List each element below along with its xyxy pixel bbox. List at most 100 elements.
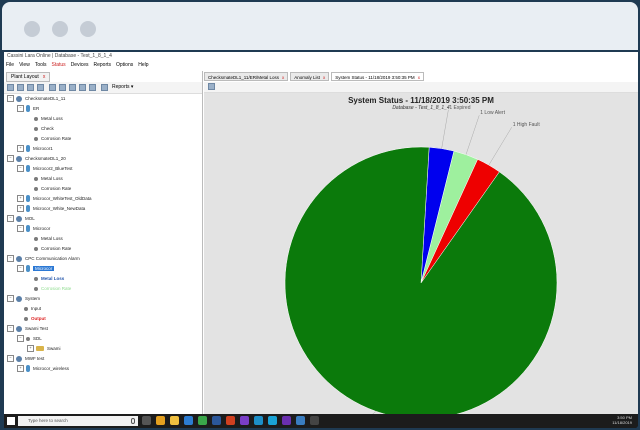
device-icon (16, 295, 22, 302)
tree-node[interactable]: Corrosion Rate (27, 245, 71, 253)
tree-node[interactable]: − Swami Test (7, 325, 48, 333)
collapse-icon[interactable]: − (7, 325, 14, 333)
trend-icon[interactable] (59, 84, 66, 91)
collapse-icon[interactable]: − (17, 335, 24, 343)
tree-node[interactable]: − Microcor2_BlueTest (17, 165, 73, 173)
pie-leader-line (441, 109, 449, 149)
tree-node[interactable]: + Swami (27, 345, 61, 353)
tree-node[interactable]: Metal Loss (27, 235, 63, 243)
tree-node-label: System (25, 296, 41, 301)
tree-node[interactable]: Metal Loss (27, 115, 63, 123)
tree-node[interactable]: Metal Loss (27, 175, 63, 183)
chart-icon[interactable] (49, 84, 56, 91)
task-view-icon[interactable] (142, 416, 151, 425)
file-explorer-icon[interactable] (170, 416, 179, 425)
menu-help[interactable]: Help (138, 61, 148, 70)
windows-start-icon[interactable] (7, 417, 15, 425)
expand-icon[interactable]: + (17, 145, 24, 153)
report-icon[interactable] (89, 84, 96, 91)
tree-node[interactable]: + Microcor_WhiteTest_OldData (17, 195, 92, 203)
tree-node[interactable]: Corrosion Rate (27, 185, 71, 193)
tree-node[interactable]: − ChecksmateDL1_11 (7, 95, 65, 103)
app-icon-1[interactable] (268, 416, 277, 425)
window-dot-2[interactable] (52, 21, 68, 37)
tree-node[interactable]: Metal Loss (27, 275, 64, 283)
expand-icon[interactable]: + (17, 205, 24, 213)
expand-icon[interactable]: + (27, 345, 34, 353)
tree-node-label: Swami (47, 346, 61, 351)
tree-node[interactable]: Corrosion Rate (27, 135, 71, 143)
tree-node[interactable]: Input (17, 305, 41, 313)
microphone-icon[interactable] (131, 418, 135, 424)
tree-node[interactable]: Output (17, 315, 46, 323)
collapse-icon[interactable]: − (7, 95, 14, 103)
tree-node-label: Metal Loss (41, 276, 65, 281)
powerpoint-icon[interactable] (226, 416, 235, 425)
taskbar-date: 11/18/2019 (612, 420, 632, 425)
tree-node[interactable]: − SDL (17, 335, 42, 343)
plant-layout-tab[interactable]: Plant Layout x (6, 72, 51, 82)
app-icon-3[interactable] (310, 416, 319, 425)
collapse-icon[interactable]: − (7, 215, 14, 223)
device-icon[interactable] (37, 84, 44, 91)
window-dot-3[interactable] (80, 21, 96, 37)
expand-icon[interactable]: + (17, 365, 24, 373)
tab-1[interactable]: ChecksmateDL1_11/ER/Metal Loss x (204, 72, 289, 81)
tree-node[interactable]: Check (27, 125, 54, 133)
bar-chart-icon[interactable] (79, 84, 86, 91)
close-icon[interactable]: x (282, 75, 284, 80)
tree-node[interactable]: + Microcor1 (17, 145, 53, 153)
tree-node[interactable]: Corrosion Rate (27, 285, 71, 293)
menu-file[interactable]: File (6, 61, 14, 70)
print-icon[interactable] (208, 83, 215, 90)
tree-node[interactable]: − ER (17, 105, 39, 113)
close-icon[interactable]: x (323, 75, 325, 80)
tab-2[interactable]: Anomaly List x (290, 72, 330, 81)
collapse-icon[interactable]: − (7, 255, 14, 263)
tree-node[interactable]: + Microcor_White_NewData (17, 205, 85, 213)
excel-icon[interactable] (198, 416, 207, 425)
word-icon[interactable] (212, 416, 221, 425)
menu-status[interactable]: Status (52, 61, 66, 70)
refresh-icon[interactable] (17, 84, 24, 91)
tab-3[interactable]: System Status - 11/18/2019 3:50:35 PM x (331, 72, 424, 81)
menu-reports[interactable]: Reports (93, 61, 111, 70)
collapse-icon[interactable]: − (17, 265, 24, 273)
collapse-icon[interactable]: − (17, 225, 24, 233)
print-icon[interactable] (101, 84, 108, 91)
app-icon-2[interactable] (296, 416, 305, 425)
close-icon[interactable]: x (43, 74, 46, 80)
menu-options[interactable]: Options (116, 61, 133, 70)
tree-node[interactable]: − MWF test (7, 355, 44, 363)
tree-node[interactable]: − System (7, 295, 40, 303)
menu-tools[interactable]: Tools (35, 61, 47, 70)
skype-icon[interactable] (254, 416, 263, 425)
close-icon[interactable]: x (418, 75, 420, 80)
grid-icon[interactable] (27, 84, 34, 91)
collapse-icon[interactable]: − (17, 105, 24, 113)
tree-node[interactable]: + Microcor_wireless (17, 365, 69, 373)
collapse-icon[interactable]: − (7, 355, 14, 363)
menu-view[interactable]: View (19, 61, 30, 70)
line-chart-icon[interactable] (69, 84, 76, 91)
expand-icon[interactable] (7, 84, 14, 91)
reports-dropdown[interactable]: Reports ▾ (112, 84, 133, 91)
menu-devices[interactable]: Devices (71, 61, 89, 70)
taskbar-search[interactable]: Type here to search (18, 416, 138, 426)
onenote-icon[interactable] (240, 416, 249, 425)
outlook-icon[interactable] (184, 416, 193, 425)
expand-icon[interactable]: + (17, 195, 24, 203)
tree-node[interactable]: − ChecksmateDL1_20 (7, 155, 66, 163)
main-panel: ChecksmateDL1_11/ER/Metal Loss x Anomaly L… (204, 71, 638, 418)
visual-studio-icon[interactable] (282, 416, 291, 425)
system-tray-clock[interactable]: 3:50 PM 11/18/2019 (612, 415, 632, 425)
tree-node[interactable]: − MOL (7, 215, 35, 223)
chrome-icon[interactable] (156, 416, 165, 425)
collapse-icon[interactable]: − (7, 155, 14, 163)
tree-node[interactable]: − CPC Communication Alarm (7, 255, 80, 263)
collapse-icon[interactable]: − (17, 165, 24, 173)
tree-node[interactable]: − Microcor (17, 265, 55, 273)
window-dot-1[interactable] (24, 21, 40, 37)
collapse-icon[interactable]: − (7, 295, 14, 303)
tree-node[interactable]: − Microcor (17, 225, 50, 233)
